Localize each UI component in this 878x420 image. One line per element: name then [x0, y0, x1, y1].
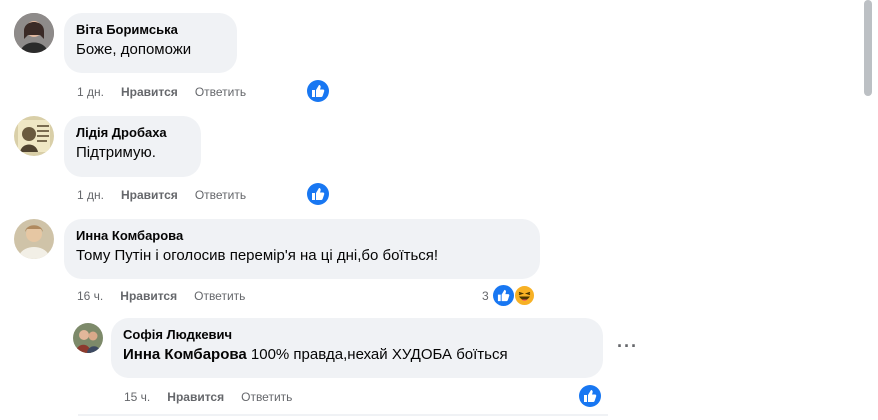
- comment-text: Підтримую.: [76, 144, 156, 161]
- reply-author[interactable]: Софія Людкевич: [123, 326, 591, 343]
- avatar-photo-icon: [14, 219, 54, 259]
- like-icon[interactable]: [579, 385, 601, 407]
- comment-text: Тому Путін і оголосив перемір'я на ці дн…: [76, 247, 439, 264]
- avatar[interactable]: [14, 219, 54, 259]
- like-icon[interactable]: [307, 80, 329, 102]
- divider: [78, 414, 608, 416]
- reply-text: Инна Комбарова 100% правда,нехай ХУДОБА …: [123, 345, 591, 365]
- avatar-photo-icon: [14, 13, 54, 53]
- scrollbar[interactable]: [860, 0, 878, 420]
- comment-time[interactable]: 1 дн.: [77, 187, 104, 203]
- like-button[interactable]: Нравится: [120, 288, 177, 304]
- scrollbar-thumb[interactable]: [864, 0, 872, 96]
- like-button[interactable]: Нравится: [121, 187, 178, 203]
- avatar-photo-icon: [73, 323, 103, 353]
- comment-actions: 1 дн. Нравится Ответить: [77, 84, 263, 100]
- like-button[interactable]: Нравится: [167, 389, 224, 405]
- avatar[interactable]: [14, 13, 54, 53]
- reply-body: 100% правда,нехай ХУДОБА боїться: [246, 346, 508, 363]
- reaction-count[interactable]: 3: [482, 289, 489, 303]
- like-icon[interactable]: [307, 183, 329, 205]
- reply-button[interactable]: Ответить: [195, 84, 246, 100]
- comment-text: Боже, допоможи: [76, 41, 192, 58]
- comment-actions: 1 дн. Нравится Ответить: [77, 187, 263, 203]
- comment-time[interactable]: 1 дн.: [77, 84, 104, 100]
- comment-author[interactable]: Лідія Дробаха: [76, 124, 189, 141]
- comment-bubble: Лідія Дробаха Підтримую.: [64, 116, 201, 177]
- like-button[interactable]: Нравится: [121, 84, 178, 100]
- more-options-icon[interactable]: ···: [617, 336, 638, 357]
- reply-button[interactable]: Ответить: [194, 288, 245, 304]
- avatar[interactable]: [73, 323, 103, 353]
- comment-author[interactable]: Инна Комбарова: [76, 227, 528, 244]
- reply-actions: 15 ч. Нравится Ответить: [124, 389, 309, 405]
- comment-time[interactable]: 16 ч.: [77, 288, 103, 304]
- laugh-icon[interactable]: [514, 285, 535, 306]
- avatar[interactable]: [14, 116, 54, 156]
- comment-bubble: Віта Боримська Боже, допоможи: [64, 13, 237, 73]
- like-icon[interactable]: [493, 285, 514, 306]
- reply-button[interactable]: Ответить: [241, 389, 292, 405]
- avatar-photo-icon: [14, 116, 54, 156]
- mention-link[interactable]: Инна Комбарова: [123, 346, 247, 363]
- reply-button[interactable]: Ответить: [195, 187, 246, 203]
- comment-actions: 16 ч. Нравится Ответить: [77, 288, 262, 304]
- comment-bubble: Инна Комбарова Тому Путін і оголосив пер…: [64, 219, 540, 279]
- reply-bubble: Софія Людкевич Инна Комбарова 100% правд…: [111, 318, 603, 378]
- comment-author[interactable]: Віта Боримська: [76, 21, 225, 38]
- reply-time[interactable]: 15 ч.: [124, 389, 150, 405]
